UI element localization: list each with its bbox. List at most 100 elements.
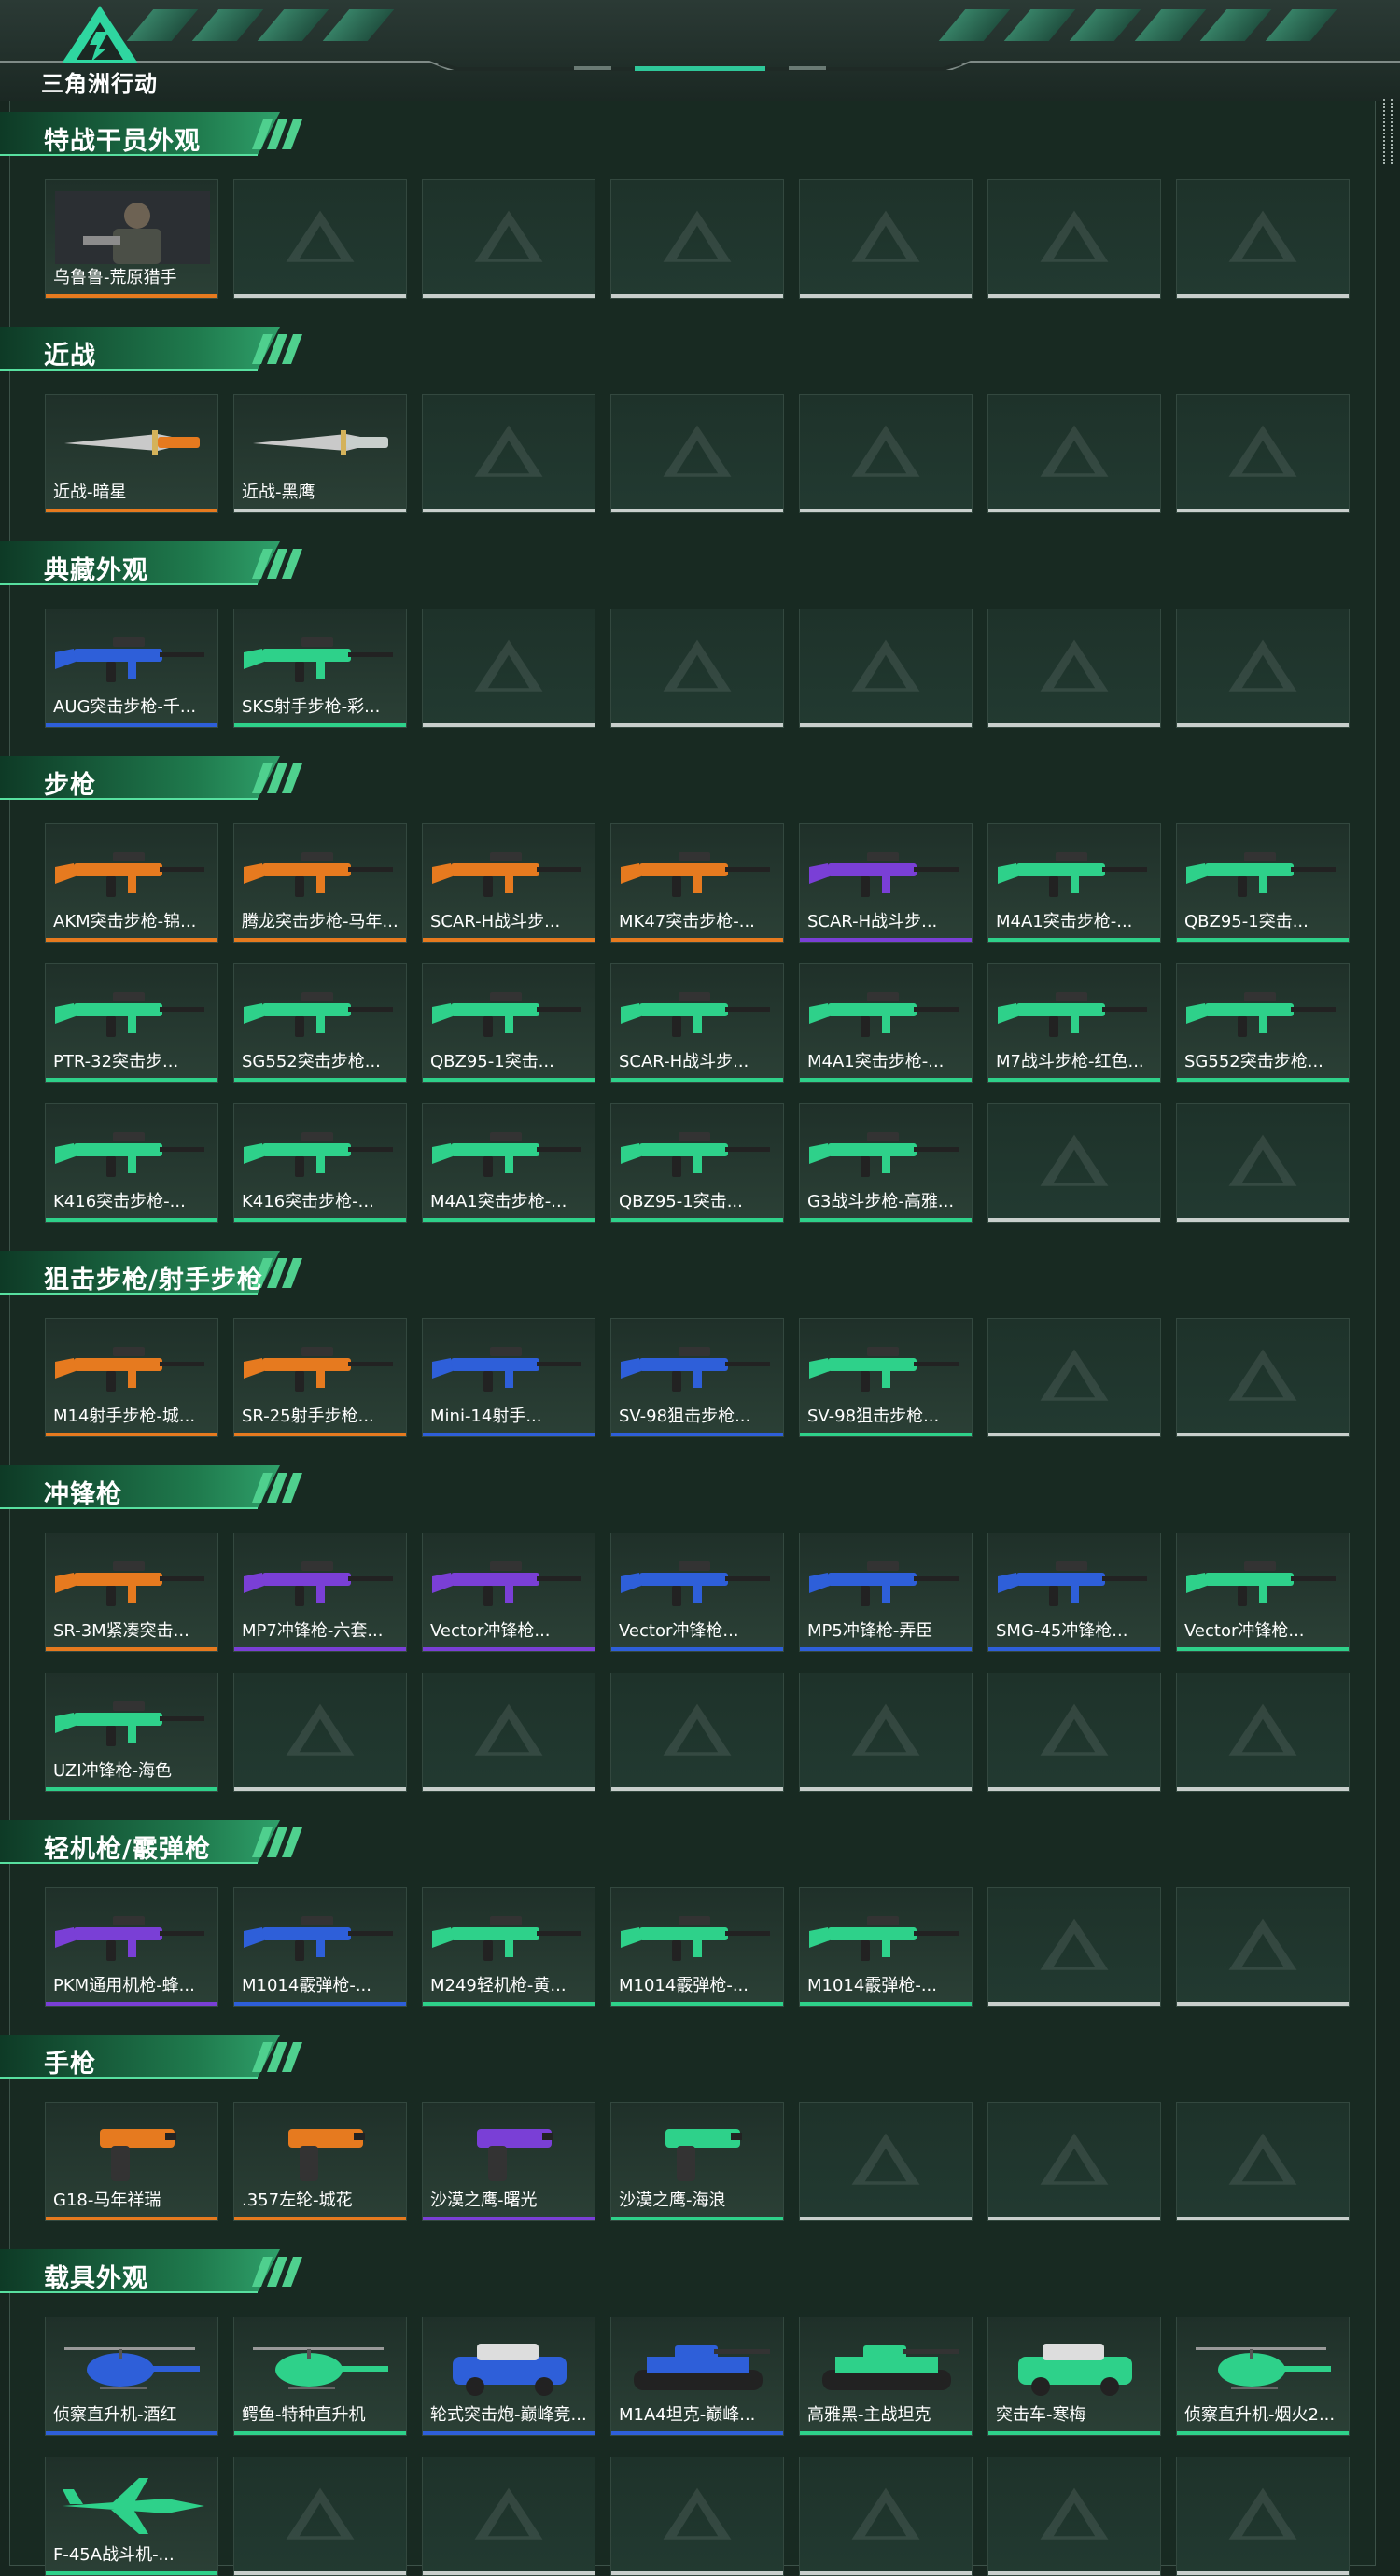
item-label: 鳄鱼-特种直升机	[242, 2405, 366, 2425]
rarity-bar	[46, 509, 217, 512]
item-card[interactable]: 沙漠之鹰-海浪	[610, 2102, 784, 2221]
item-image	[253, 2347, 388, 2389]
rarity-bar	[423, 2002, 595, 2006]
item-label: SKS射手步枪-彩...	[242, 697, 381, 717]
item-card[interactable]: SCAR-H战斗步...	[422, 823, 595, 943]
item-card[interactable]: MK47突击步枪-...	[610, 823, 784, 943]
rarity-bar	[234, 1078, 406, 1082]
item-card[interactable]: SV-98狙击步枪...	[799, 1318, 973, 1437]
empty-slot	[610, 1673, 784, 1792]
item-label: Vector冲锋枪...	[1184, 1621, 1305, 1641]
item-card[interactable]: K416突击步枪-...	[233, 1103, 407, 1223]
item-card[interactable]: Mini-14射手...	[422, 1318, 595, 1437]
item-card[interactable]: SR-3M紧凑突击...	[45, 1533, 218, 1652]
item-card[interactable]: 突击车-寒梅	[987, 2317, 1161, 2436]
delta-placeholder-icon	[851, 210, 920, 262]
section-header: 典藏外观	[0, 541, 308, 586]
item-image	[253, 430, 388, 455]
section-header: 步枪	[0, 756, 308, 801]
item-card[interactable]: MP5冲锋枪-弄臣	[799, 1533, 973, 1652]
item-card[interactable]: Vector冲锋枪...	[610, 1533, 784, 1652]
banner-stripe	[322, 9, 395, 41]
scrollbar-handle[interactable]	[1383, 99, 1393, 164]
rarity-bar	[988, 1078, 1160, 1082]
rarity-bar	[234, 1218, 406, 1222]
item-card[interactable]: M1014霰弹枪-...	[233, 1887, 407, 2007]
rarity-bar	[611, 1647, 783, 1651]
item-card[interactable]: SCAR-H战斗步...	[799, 823, 973, 943]
item-card[interactable]: AUG突击步枪-千...	[45, 609, 218, 728]
item-card[interactable]: G18-马年祥瑞	[45, 2102, 218, 2221]
delta-placeholder-icon	[851, 2487, 920, 2540]
item-card[interactable]: 轮式突击炮-巅峰竞...	[422, 2317, 595, 2436]
item-image	[55, 1561, 204, 1606]
item-image	[244, 992, 393, 1037]
delta-placeholder-icon	[1040, 1703, 1109, 1756]
item-label: Vector冲锋枪...	[430, 1621, 551, 1641]
item-card[interactable]: 乌鲁鲁-荒原猎手	[45, 179, 218, 299]
item-card[interactable]: 鳄鱼-特种直升机	[233, 2317, 407, 2436]
item-card[interactable]: M1014霰弹枪-...	[610, 1887, 784, 2007]
rarity-bar	[46, 1433, 217, 1436]
item-card[interactable]: QBZ95-1突击...	[422, 963, 595, 1083]
rarity-bar	[800, 938, 972, 942]
item-card[interactable]: 腾龙突击步枪-马年...	[233, 823, 407, 943]
item-image	[244, 1347, 393, 1392]
item-card[interactable]: Vector冲锋枪...	[1176, 1533, 1350, 1652]
item-image	[63, 2478, 204, 2534]
rarity-bar	[800, 2002, 972, 2006]
item-card[interactable]: SR-25射手步枪...	[233, 1318, 407, 1437]
item-card[interactable]: PKM通用机枪-蜂...	[45, 1887, 218, 2007]
rarity-bar	[611, 1433, 783, 1436]
item-card[interactable]: F-45A战斗机-...	[45, 2457, 218, 2576]
item-image	[244, 637, 393, 682]
item-card[interactable]: M4A1突击步枪-...	[422, 1103, 595, 1223]
item-card[interactable]: 近战-暗星	[45, 394, 218, 513]
item-label: 腾龙突击步枪-马年...	[242, 912, 399, 931]
item-image	[1186, 992, 1336, 1037]
item-card[interactable]: 侦察直升机-烟火2...	[1176, 2317, 1350, 2436]
brand-title: 三角洲行动	[41, 71, 158, 97]
item-card[interactable]: MP7冲锋枪-六套...	[233, 1533, 407, 1652]
item-label: 侦察直升机-烟火2...	[1184, 2405, 1336, 2425]
item-card[interactable]: M4A1突击步枪-...	[799, 963, 973, 1083]
item-card[interactable]: M7战斗步枪-红色...	[987, 963, 1161, 1083]
rarity-bar	[234, 509, 406, 512]
item-card[interactable]: K416突击步枪-...	[45, 1103, 218, 1223]
item-card[interactable]: Vector冲锋枪...	[422, 1533, 595, 1652]
section-header: 特战干员外观	[0, 112, 308, 157]
rarity-bar	[234, 294, 406, 298]
item-card[interactable]: SG552突击步枪...	[1176, 963, 1350, 1083]
rarity-bar	[1177, 294, 1349, 298]
item-image	[55, 1701, 204, 1746]
empty-slot	[422, 179, 595, 299]
banner-stripe	[257, 9, 329, 41]
rarity-bar	[234, 2217, 406, 2220]
item-card[interactable]: M249轻机枪-黄...	[422, 1887, 595, 2007]
item-card[interactable]: M14射手步枪-城...	[45, 1318, 218, 1437]
item-card[interactable]: .357左轮-城花	[233, 2102, 407, 2221]
item-card[interactable]: 侦察直升机-酒红	[45, 2317, 218, 2436]
item-card[interactable]: SMG-45冲锋枪...	[987, 1533, 1161, 1652]
item-card[interactable]: AKM突击步枪-锦...	[45, 823, 218, 943]
item-card[interactable]: 沙漠之鹰-曙光	[422, 2102, 595, 2221]
item-card[interactable]: PTR-32突击步...	[45, 963, 218, 1083]
item-card[interactable]: SCAR-H战斗步...	[610, 963, 784, 1083]
rarity-bar	[423, 2431, 595, 2435]
item-label: MP5冲锋枪-弄臣	[807, 1621, 933, 1641]
rarity-bar	[423, 294, 595, 298]
item-card[interactable]: SG552突击步枪...	[233, 963, 407, 1083]
item-card[interactable]: 近战-黑鹰	[233, 394, 407, 513]
item-card[interactable]: M1A4坦克-巅峰...	[610, 2317, 784, 2436]
item-card[interactable]: G3战斗步枪-高雅...	[799, 1103, 973, 1223]
item-card[interactable]: QBZ95-1突击...	[1176, 823, 1350, 943]
item-card[interactable]: SKS射手步枪-彩...	[233, 609, 407, 728]
item-card[interactable]: M1014霰弹枪-...	[799, 1887, 973, 2007]
item-card[interactable]: QBZ95-1突击...	[610, 1103, 784, 1223]
item-card[interactable]: SV-98狙击步枪...	[610, 1318, 784, 1437]
item-card[interactable]: M4A1突击步枪-...	[987, 823, 1161, 943]
item-label: 侦察直升机-酒红	[53, 2405, 177, 2425]
section-title: 特战干员外观	[44, 127, 201, 156]
item-card[interactable]: UZI冲锋枪-海色	[45, 1673, 218, 1792]
item-card[interactable]: 高雅黑-主战坦克	[799, 2317, 973, 2436]
